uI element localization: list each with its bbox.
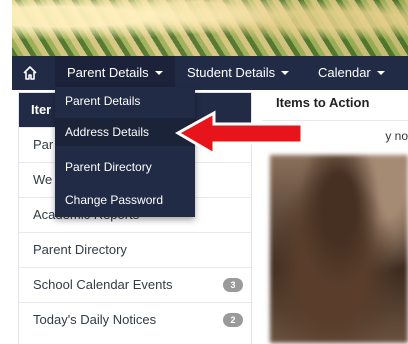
notice-text: y no bbox=[385, 129, 408, 143]
sidebar-item-parent-directory[interactable]: Parent Directory bbox=[19, 232, 251, 267]
home-button[interactable] bbox=[12, 56, 48, 90]
menu-item-parent-directory[interactable]: Parent Directory bbox=[55, 153, 195, 181]
menu-item-parent-details[interactable]: Parent Details bbox=[55, 87, 195, 115]
parent-details-dropdown: Parent Details Address Details Parent Di… bbox=[55, 87, 195, 217]
caret-down-icon bbox=[281, 70, 290, 75]
sidebar-item-school-calendar-events[interactable]: School Calendar Events 3 bbox=[19, 267, 251, 302]
menu-item-change-password[interactable]: Change Password bbox=[55, 186, 195, 214]
nav-label: Student Details bbox=[187, 65, 276, 80]
sidebar-item-label: Parent Directory bbox=[33, 242, 127, 257]
items-to-action-heading: Items to Action bbox=[262, 92, 408, 121]
sidebar-item-label: Today's Daily Notices bbox=[33, 312, 157, 327]
sidebar-item-label: Par bbox=[33, 137, 54, 152]
sidebar-item-label: School Calendar Events bbox=[33, 277, 173, 292]
nav-label: Parent Details bbox=[67, 65, 149, 80]
sidebar-item-label: We bbox=[33, 172, 53, 187]
count-badge: 3 bbox=[223, 278, 243, 292]
nav-label: Calendar bbox=[318, 65, 371, 80]
nav-calendar[interactable]: Calendar bbox=[308, 56, 395, 90]
caret-down-icon bbox=[376, 70, 385, 75]
header-banner-image bbox=[12, 0, 408, 56]
nav-parent-details[interactable]: Parent Details bbox=[55, 56, 175, 90]
menu-item-address-details[interactable]: Address Details bbox=[55, 118, 195, 146]
student-photo bbox=[270, 155, 408, 343]
caret-down-icon bbox=[154, 70, 163, 75]
count-badge: 2 bbox=[223, 313, 243, 327]
sidebar-item-daily-notices[interactable]: Today's Daily Notices 2 bbox=[19, 302, 251, 337]
top-navbar: Parent Details Student Details Calendar bbox=[12, 56, 408, 90]
nav-student-details[interactable]: Student Details bbox=[177, 56, 299, 90]
home-icon bbox=[23, 66, 37, 80]
